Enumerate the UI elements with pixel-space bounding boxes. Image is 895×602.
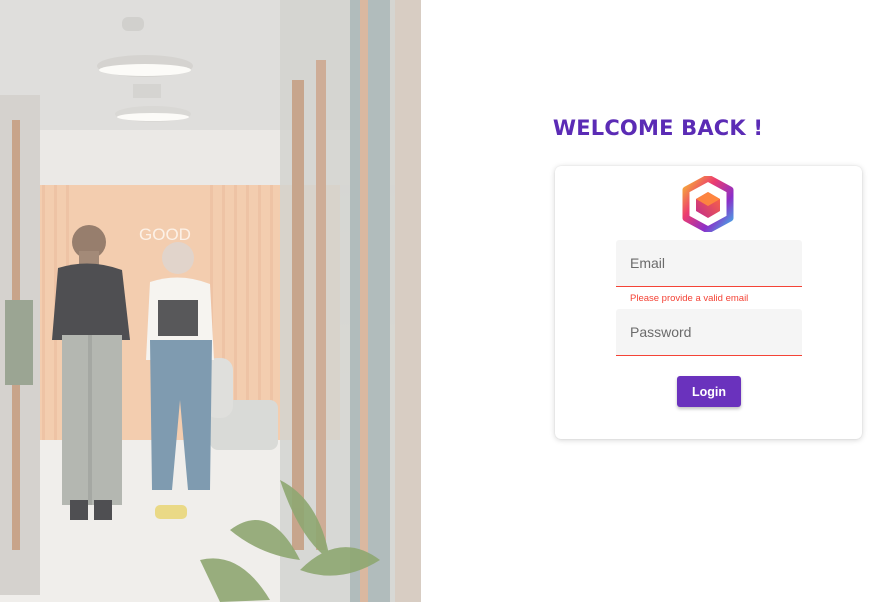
login-panel: WELCOME BACK ! Email Please provide a va… <box>421 0 895 602</box>
svg-text:GOOD: GOOD <box>139 225 191 244</box>
office-photo: GOOD <box>0 0 421 602</box>
login-button[interactable]: Login <box>677 376 741 407</box>
welcome-heading: WELCOME BACK ! <box>552 116 764 140</box>
email-error-message: Please provide a valid email <box>630 293 749 304</box>
hexagon-gradient-logo-icon <box>682 176 734 232</box>
email-field[interactable]: Email <box>616 240 802 287</box>
password-field[interactable]: Password <box>616 309 802 356</box>
login-card: Email Please provide a valid email Passw… <box>555 166 862 439</box>
